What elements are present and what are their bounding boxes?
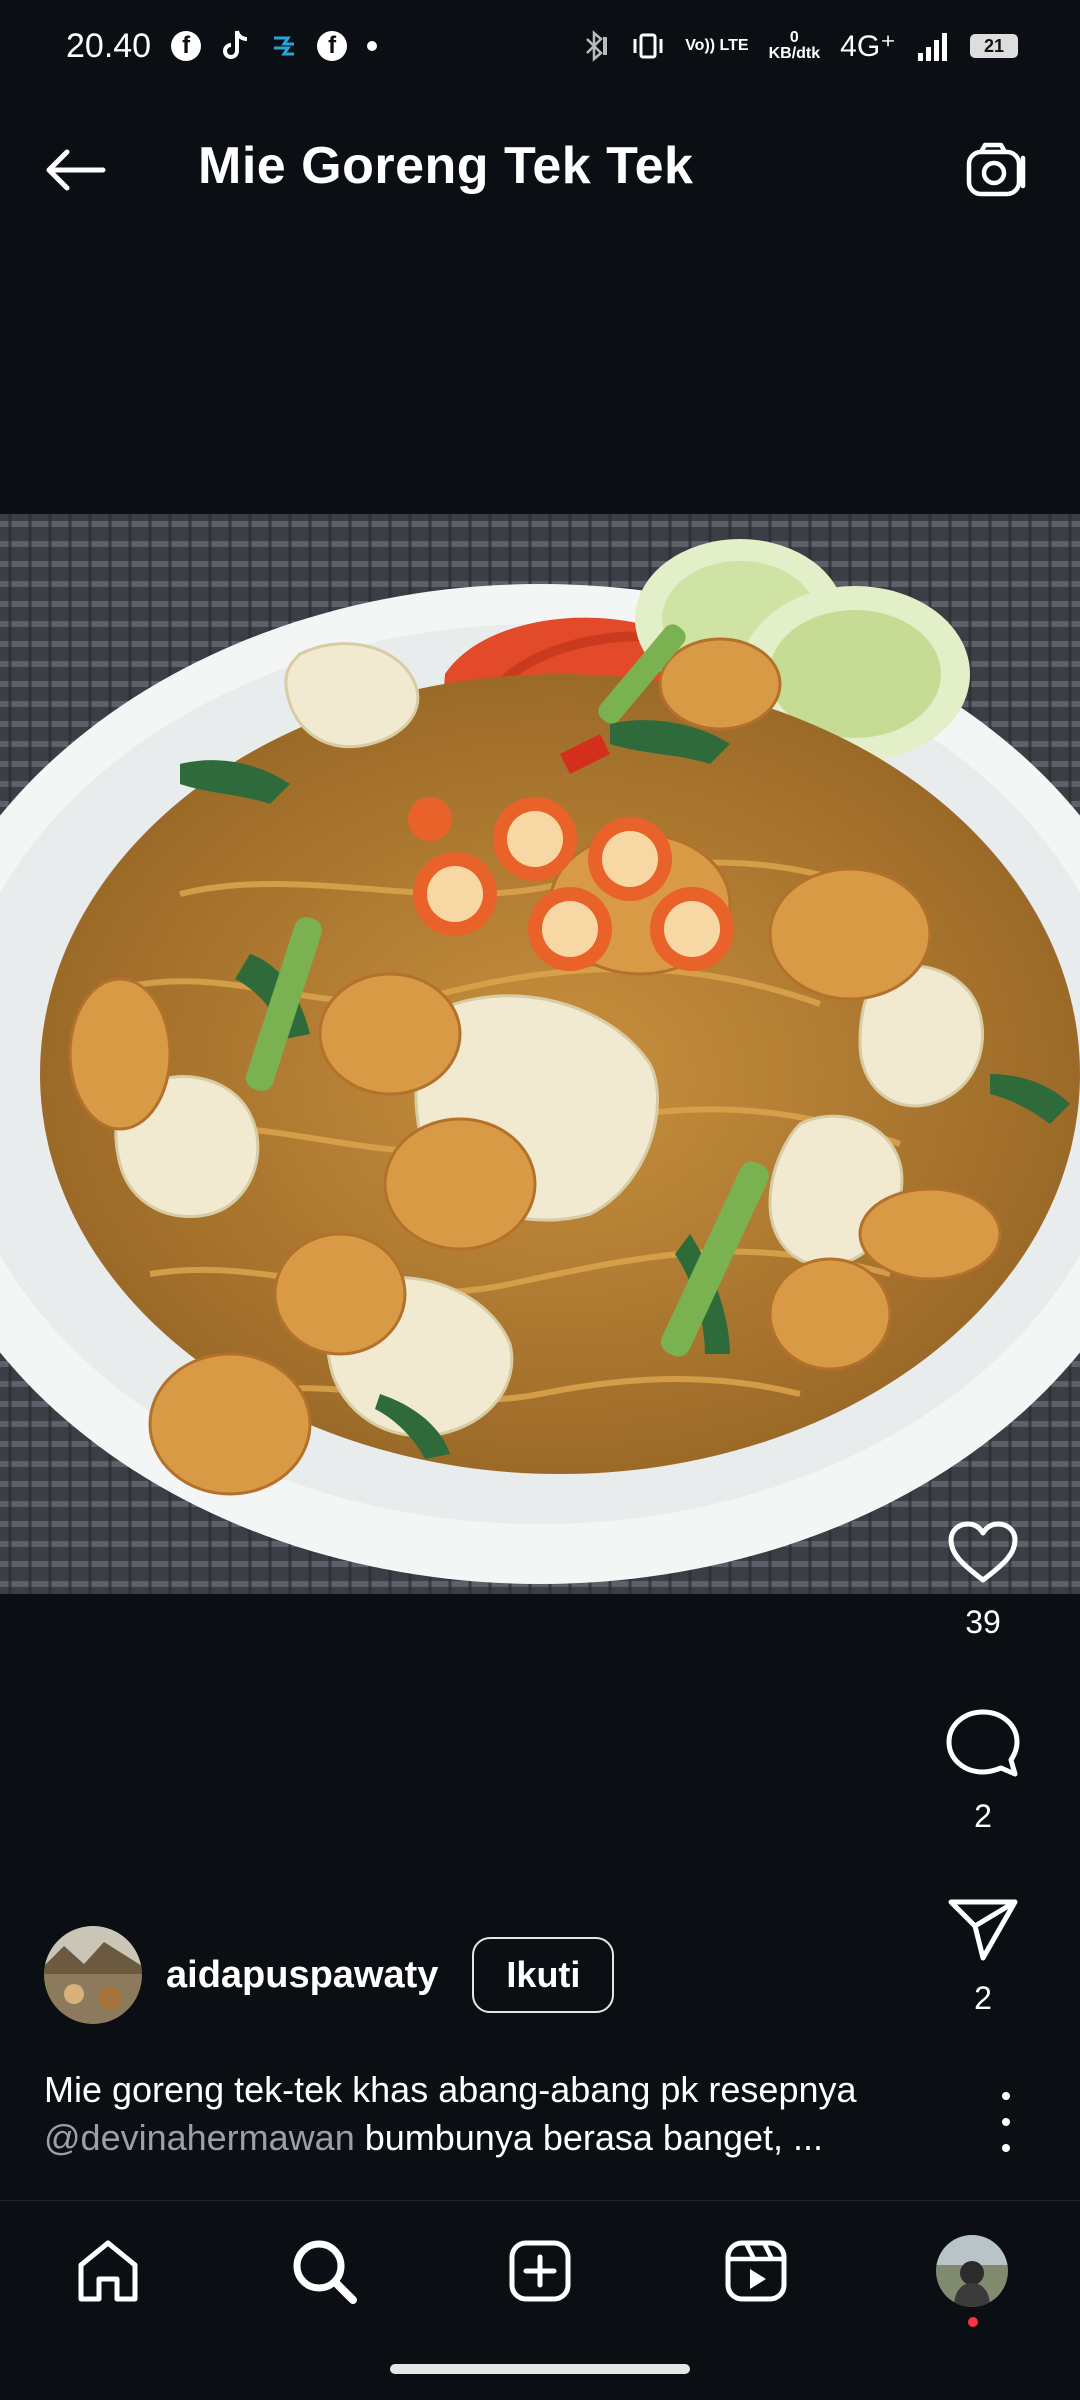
status-right: Vo)) LTE 0 KB/dtk 4G⁺ 21 [577,29,1018,64]
dot-icon [1002,2118,1010,2126]
like-count: 39 [965,1604,1001,1640]
avatar[interactable] [44,1926,142,2024]
reels-icon [725,2240,787,2302]
camera-icon [966,142,1026,197]
follow-button[interactable]: Ikuti [472,1937,615,2013]
tiktok-icon [221,29,251,63]
status-time: 20.40 [66,26,152,65]
nav-reels[interactable] [706,2221,806,2321]
camera-button[interactable] [960,138,1030,202]
post-image[interactable] [0,514,1080,1594]
nav-create[interactable] [490,2221,590,2321]
caption-text: Mie goreng tek-tek khas abang-abang pk r… [44,2069,857,2110]
profile-avatar [936,2235,1008,2307]
vibrate-icon [631,29,665,63]
home-icon [78,2240,138,2302]
volte-indicator: Vo)) LTE [685,37,749,54]
post-caption[interactable]: Mie goreng tek-tek khas abang-abang pk r… [44,2066,944,2162]
dot-icon [1002,2144,1010,2152]
share-count: 2 [974,1980,992,2016]
bottom-nav [0,2200,1080,2341]
more-notifications-icon [367,41,378,51]
heart-icon[interactable] [946,1520,1020,1586]
food-photo [0,514,1080,1594]
battery-icon: 21 [970,34,1018,58]
search-icon [293,2240,357,2304]
nav-search[interactable] [274,2221,374,2321]
share-action: 2 [908,1896,1058,2017]
username[interactable]: aidapuspawaty [166,1954,438,1997]
nav-profile[interactable] [922,2221,1022,2327]
page-title: Mie Goreng Tek Tek [198,137,694,195]
status-bar: 20.40 f f Vo)) LTE 0 KB/dtk 4G⁺ 21 [0,0,1080,92]
app-notification-icon [271,34,297,58]
top-bar: Mie Goreng Tek Tek [0,110,1080,230]
send-icon[interactable] [947,1896,1019,1962]
data-speed: 0 KB/dtk [769,30,821,62]
status-left: 20.40 f f [66,26,378,66]
network-type: 4G⁺ [840,29,896,63]
mention-link[interactable]: @devinahermawan [44,2117,355,2158]
facebook-icon-2: f [317,31,348,61]
data-speed-value: 0 [789,29,799,46]
back-button[interactable] [40,138,110,202]
nav-home[interactable] [58,2221,158,2321]
home-indicator[interactable] [390,2364,690,2374]
facebook-icon: f [171,31,202,61]
arrow-left-icon [46,149,106,191]
comment-action: 2 [908,1708,1058,1835]
like-action: 39 [908,1520,1058,1641]
author-row: aidapuspawaty Ikuti [44,1926,615,2024]
plus-square-icon [509,2240,571,2302]
comment-count: 2 [974,1798,992,1834]
signal-icon [916,31,950,61]
data-speed-unit: KB/dtk [768,45,821,62]
more-options-button[interactable] [986,2092,1026,2152]
bluetooth-icon [577,29,611,63]
caption-text-2: bumbunya berasa banget, ... [354,2117,824,2158]
dot-icon [1002,2092,1010,2100]
notification-dot [968,2317,978,2327]
comment-icon[interactable] [945,1708,1021,1780]
